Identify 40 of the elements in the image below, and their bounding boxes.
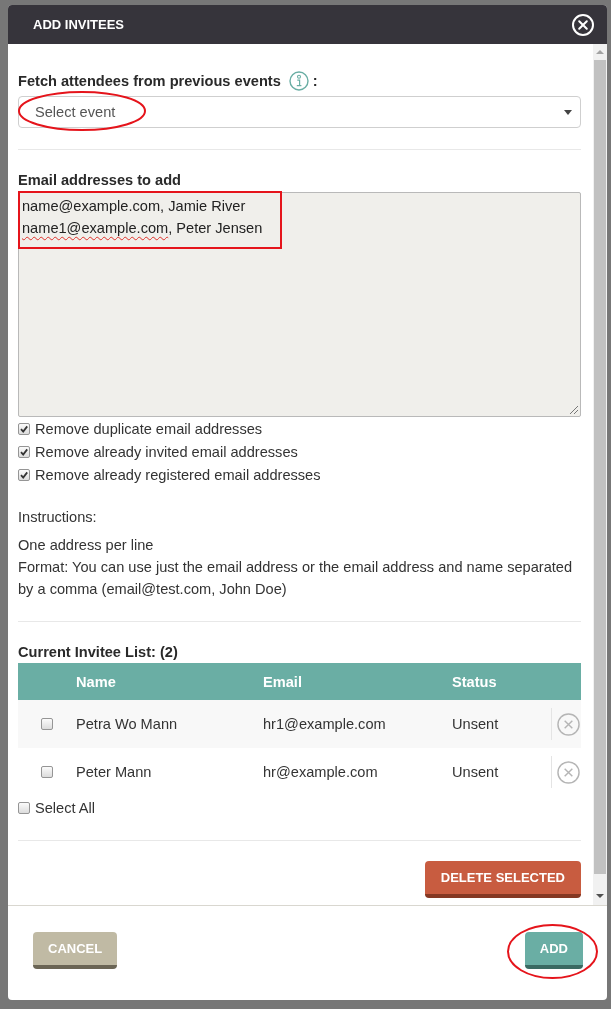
close-icon[interactable] bbox=[572, 13, 594, 36]
scrollbar-thumb[interactable] bbox=[594, 60, 606, 874]
scroll-up-icon[interactable] bbox=[596, 50, 604, 54]
checkbox-label: Remove duplicate email addresses bbox=[35, 420, 263, 437]
checkbox[interactable] bbox=[18, 445, 30, 458]
table-cell-text: Unsent bbox=[452, 764, 500, 780]
info-icon[interactable] bbox=[288, 71, 309, 91]
caret-icon bbox=[564, 109, 572, 115]
checkbox-label: Select All bbox=[35, 799, 96, 816]
table-cell-text: hr1@example.com bbox=[263, 716, 387, 732]
resize-handle-icon[interactable] bbox=[569, 405, 578, 414]
x-circle-icon[interactable] bbox=[557, 712, 580, 736]
checkbox[interactable] bbox=[18, 422, 30, 435]
checkbox[interactable] bbox=[18, 801, 30, 814]
delete-selected-button[interactable]: DELETE SELECTED bbox=[424, 861, 581, 898]
field-label: Fetch attendees from previous events bbox=[18, 72, 281, 91]
table-cell-text: Unsent bbox=[452, 716, 500, 732]
checkbox-label: Remove already invited email addresses bbox=[35, 443, 298, 460]
field-label: Email addresses to add bbox=[18, 171, 183, 190]
column-header: Email bbox=[263, 673, 303, 690]
column-header: Status bbox=[452, 673, 498, 690]
invitee-list-title: Current Invitee List: (2) bbox=[18, 643, 179, 662]
instruction-text: Format: You can use just the email address or the email address and name separated by a comma (email@test.com, John Doe) bbox=[18, 558, 574, 599]
checkbox-label: Remove already registered email addresses bbox=[35, 466, 321, 483]
table-cell-text: hr@example.com bbox=[263, 764, 379, 780]
scrollbar[interactable] bbox=[593, 44, 607, 905]
table-cell-text: Petra Wo Mann bbox=[76, 716, 179, 732]
label-colon: : bbox=[312, 72, 318, 91]
checkbox[interactable] bbox=[41, 766, 53, 778]
add-button[interactable]: ADD bbox=[524, 932, 583, 969]
table-cell-text: Peter Mann bbox=[76, 764, 153, 780]
instruction-text: One address per line bbox=[18, 536, 155, 555]
scroll-down-icon[interactable] bbox=[596, 894, 604, 898]
email-textarea[interactable]: name@example.com, Jamie River name1@example.com, Peter Jensen bbox=[18, 192, 581, 417]
x-circle-icon[interactable] bbox=[557, 760, 580, 784]
checkbox[interactable] bbox=[18, 468, 30, 481]
instructions-title: Instructions: bbox=[18, 508, 98, 527]
dialog-title: ADD INVITEES bbox=[33, 17, 124, 32]
checkbox[interactable] bbox=[41, 718, 53, 730]
column-header: Name bbox=[76, 673, 117, 690]
